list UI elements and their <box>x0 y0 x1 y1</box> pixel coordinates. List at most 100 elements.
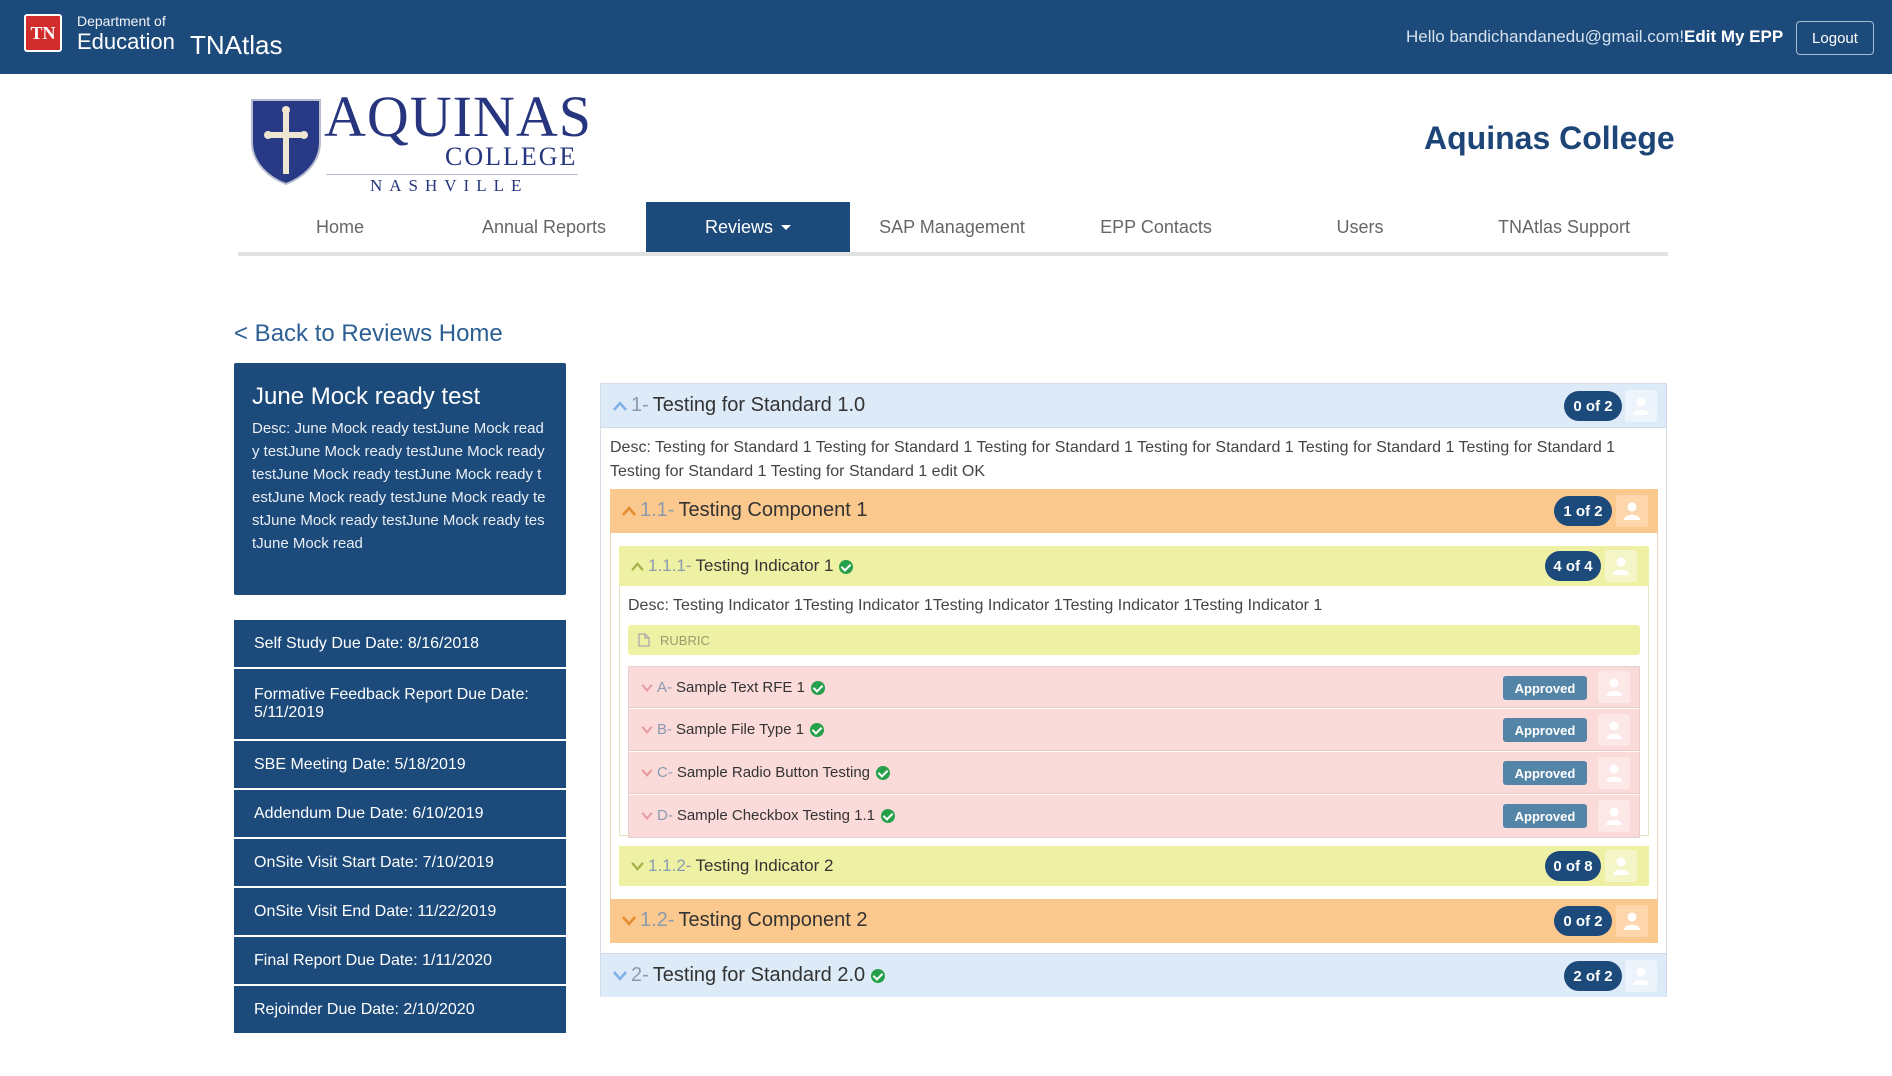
date-formative-feedback: Formative Feedback Report Due Date: 5/11… <box>234 669 566 739</box>
component-1-1-assign-user[interactable] <box>1616 495 1648 527</box>
chevron-down-icon <box>631 862 644 871</box>
item-a-assign-user[interactable] <box>1598 671 1630 703</box>
standard-1-count-badge[interactable]: 0 of 2 <box>1564 391 1622 421</box>
indicator-1-1-1-title: Testing Indicator 1 <box>695 556 834 575</box>
item-d-row[interactable]: D- Sample Checkbox Testing 1.1 Approved <box>629 795 1639 837</box>
review-info-box: June Mock ready test Desc: June Mock rea… <box>234 363 566 595</box>
check-circle-icon <box>810 723 825 738</box>
item-d-title-group: D- Sample Checkbox Testing 1.1 <box>641 807 895 824</box>
rubric-bar[interactable]: RUBRIC <box>628 625 1640 655</box>
logout-button[interactable]: Logout <box>1796 21 1874 55</box>
app-name[interactable]: TNAtlas <box>190 30 282 61</box>
nav-reviews[interactable]: Reviews <box>646 202 850 252</box>
user-icon <box>1624 912 1640 930</box>
review-dates-list: Self Study Due Date: 8/16/2018 Formative… <box>234 620 566 1035</box>
chevron-down-icon <box>641 812 653 820</box>
component-1-1-header[interactable]: 1.1- Testing Component 1 1 of 2 <box>610 489 1658 533</box>
item-d-number: D- <box>657 807 673 824</box>
user-icon <box>1606 807 1622 825</box>
component-1-2-number: 1.2- <box>640 909 675 931</box>
standard-2-title: Testing for Standard 2.0 <box>652 964 866 986</box>
standard-1-assign-user[interactable] <box>1625 390 1657 422</box>
user-icon <box>1624 502 1640 520</box>
nav-users[interactable]: Users <box>1258 202 1462 252</box>
item-c-status-badge: Approved <box>1503 761 1587 785</box>
standard-1-description: Desc: Testing for Standard 1 Testing for… <box>610 439 1616 480</box>
nav-tnatlas-support[interactable]: TNAtlas Support <box>1462 202 1666 252</box>
tn-logo-badge[interactable]: TN <box>24 14 62 52</box>
indicator-1-1-1-assign-user[interactable] <box>1605 550 1637 582</box>
standard-2-assign-user[interactable] <box>1625 960 1657 992</box>
standard-2-header[interactable]: 2- Testing for Standard 2.0 2 of 2 <box>601 953 1666 997</box>
review-description: Desc: June Mock ready testJune Mock read… <box>252 420 546 552</box>
item-b-title: Sample File Type 1 <box>676 721 805 738</box>
chevron-down-icon <box>613 971 627 981</box>
indicator-1-1-2-header[interactable]: 1.1.2- Testing Indicator 2 0 of 8 <box>619 846 1649 886</box>
indicator-1-1-1-number: 1.1.1- <box>648 556 692 575</box>
indicator-1-1-1-count-badge[interactable]: 4 of 4 <box>1545 551 1601 581</box>
item-d-title: Sample Checkbox Testing 1.1 <box>676 807 875 824</box>
indicator-1-1-2-number: 1.1.2- <box>648 856 692 875</box>
item-a-status-badge: Approved <box>1503 676 1587 700</box>
indicator-1-1-2-assign-user[interactable] <box>1605 850 1637 882</box>
nav-sap-management[interactable]: SAP Management <box>850 202 1054 252</box>
item-c-row[interactable]: C- Sample Radio Button Testing Approved <box>629 752 1639 794</box>
component-1-2-assign-user[interactable] <box>1616 905 1648 937</box>
standard-2-count-badge[interactable]: 2 of 2 <box>1564 961 1622 991</box>
nav-annual-reports[interactable]: Annual Reports <box>442 202 646 252</box>
item-d-assign-user[interactable] <box>1598 800 1630 832</box>
edit-my-epp-link[interactable]: Edit My EPP <box>1684 27 1783 47</box>
item-a-title: Sample Text RFE 1 <box>676 679 805 696</box>
standard-1-number: 1- <box>631 394 649 416</box>
item-a-row[interactable]: A- Sample Text RFE 1 Approved <box>629 667 1639 708</box>
nav-home[interactable]: Home <box>238 202 442 252</box>
component-1-2-header[interactable]: 1.2- Testing Component 2 0 of 2 <box>610 899 1658 943</box>
indicator-1-1-2-count-badge[interactable]: 0 of 8 <box>1545 851 1601 881</box>
user-greeting: Hello bandichandanedu@gmail.com! <box>1406 27 1685 46</box>
caret-down-icon <box>781 224 792 230</box>
logo-word-aquinas: AQUINAS <box>324 84 592 149</box>
component-1-2-count-badge[interactable]: 0 of 2 <box>1554 906 1612 936</box>
aquinas-college-logo[interactable]: AQUINAS COLLEGE NASHVILLE <box>250 88 591 195</box>
component-1-1-title-group: 1.1- Testing Component 1 <box>622 499 867 522</box>
check-circle-icon <box>839 559 854 574</box>
rubric-label: RUBRIC <box>660 633 710 648</box>
chevron-up-icon <box>622 506 636 516</box>
check-circle-icon <box>881 809 895 824</box>
item-b-number: B- <box>657 721 672 738</box>
user-icon <box>1606 678 1622 696</box>
item-b-assign-user[interactable] <box>1598 714 1630 746</box>
department-line-1: Department of <box>77 13 166 29</box>
check-circle-icon <box>876 766 891 781</box>
department-line-2: Education <box>77 29 175 54</box>
date-onsite-start: OnSite Visit Start Date: 7/10/2019 <box>234 839 566 886</box>
logo-rule <box>326 174 578 175</box>
nav-epp-contacts[interactable]: EPP Contacts <box>1054 202 1258 252</box>
item-c-assign-user[interactable] <box>1598 757 1630 789</box>
user-icon <box>1613 557 1629 575</box>
main-nav: Home Annual Reports Reviews SAP Manageme… <box>238 202 1668 256</box>
standard-1-title: Testing for Standard 1.0 <box>652 394 866 416</box>
component-1-2-title-group: 1.2- Testing Component 2 <box>622 909 867 932</box>
check-circle-icon <box>871 968 886 983</box>
item-b-title-group: B- Sample File Type 1 <box>641 721 825 738</box>
back-to-reviews-link[interactable]: < Back to Reviews Home <box>234 320 503 348</box>
document-icon <box>638 633 650 647</box>
indicator-1-1-1-header[interactable]: 1.1.1- Testing Indicator 1 4 of 4 <box>619 546 1649 586</box>
date-onsite-end: OnSite Visit End Date: 11/22/2019 <box>234 888 566 935</box>
standards-panel: 1- Testing for Standard 1.0 0 of 2 Desc: … <box>600 383 1667 997</box>
standard-1-header[interactable]: 1- Testing for Standard 1.0 0 of 2 <box>601 384 1666 428</box>
date-self-study: Self Study Due Date: 8/16/2018 <box>234 620 566 667</box>
chevron-down-icon <box>641 684 653 692</box>
logo-word-nashville: NASHVILLE <box>370 176 529 195</box>
college-name-heading: Aquinas College <box>1424 120 1675 156</box>
user-icon <box>1613 857 1629 875</box>
standard-1-title-group: 1- Testing for Standard 1.0 <box>613 394 865 417</box>
component-1-1-count-badge[interactable]: 1 of 2 <box>1554 496 1612 526</box>
item-b-row[interactable]: B- Sample File Type 1 Approved <box>629 709 1639 751</box>
check-circle-icon <box>810 681 825 696</box>
nav-reviews-label: Reviews <box>704 216 774 237</box>
user-icon <box>1606 721 1622 739</box>
indicator-1-1-1-title-group: 1.1.1- Testing Indicator 1 <box>631 556 854 576</box>
date-final-report: Final Report Due Date: 1/11/2020 <box>234 937 566 984</box>
